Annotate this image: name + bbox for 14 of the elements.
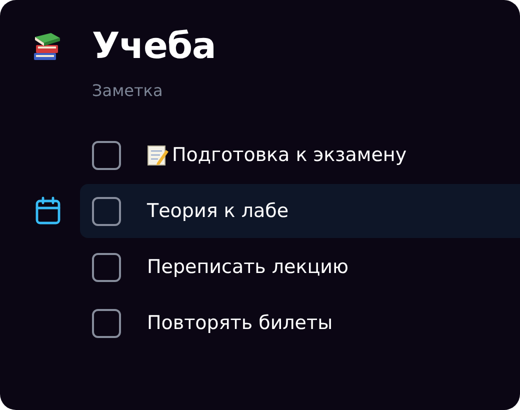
checkbox[interactable] [92, 140, 121, 170]
checkbox[interactable] [92, 308, 121, 338]
page-title: Учеба [92, 26, 216, 67]
memo-icon [147, 144, 169, 166]
task-label: Подготовка к экзамену [172, 144, 407, 166]
task-label: Повторять билеты [147, 312, 333, 334]
task-label: Теория к лабе [147, 200, 289, 222]
checkbox[interactable] [92, 252, 121, 282]
task-row[interactable]: Теория к лабе [80, 184, 520, 238]
task-label: Переписать лекцию [147, 256, 348, 278]
checkbox[interactable] [92, 196, 121, 226]
page-subtitle: Заметка [92, 81, 164, 100]
books-icon [32, 30, 62, 62]
calendar-icon[interactable] [34, 196, 62, 226]
